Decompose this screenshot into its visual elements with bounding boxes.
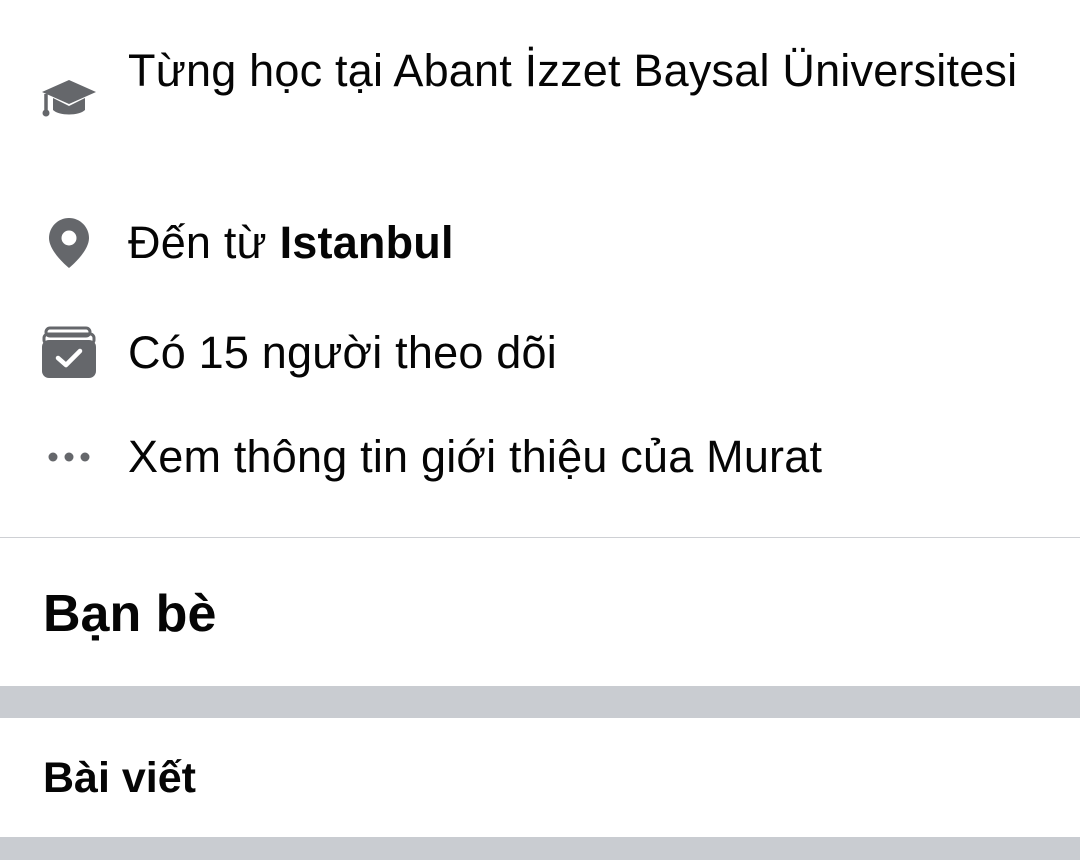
section-divider	[0, 537, 1080, 538]
intro-education-text: Từng học tại Abant İzzet Baysal Üniversi…	[128, 45, 1018, 96]
section-separator-band	[0, 837, 1080, 860]
location-pin-icon	[40, 214, 98, 272]
intro-followers-text: Có 15 người theo dõi	[128, 327, 557, 378]
intro-followers-row[interactable]: Có 15 người theo dõi	[0, 322, 1080, 386]
graduation-cap-icon	[40, 70, 98, 128]
intro-hometown-text: Đến từ Istanbul	[128, 212, 1040, 274]
intro-education-row[interactable]: Từng học tại Abant İzzet Baysal Üniversi…	[0, 40, 1080, 170]
intro-see-about-row[interactable]: Xem thông tin giới thiệu của Murat	[0, 426, 1080, 490]
followers-rss-icon	[40, 322, 98, 380]
intro-see-about-text: Xem thông tin giới thiệu của Murat	[128, 431, 823, 482]
posts-section-title: Bài viết	[43, 754, 196, 802]
more-dots-icon	[40, 428, 98, 486]
friends-section-title[interactable]: Bạn bè	[43, 582, 216, 646]
profile-page: Từng học tại Abant İzzet Baysal Üniversi…	[0, 0, 1080, 860]
hometown-place[interactable]: Istanbul	[280, 217, 454, 268]
section-separator-band	[0, 686, 1080, 718]
intro-hometown-row[interactable]: Đến từ Istanbul	[0, 212, 1080, 276]
hometown-prefix: Đến từ	[128, 217, 280, 268]
